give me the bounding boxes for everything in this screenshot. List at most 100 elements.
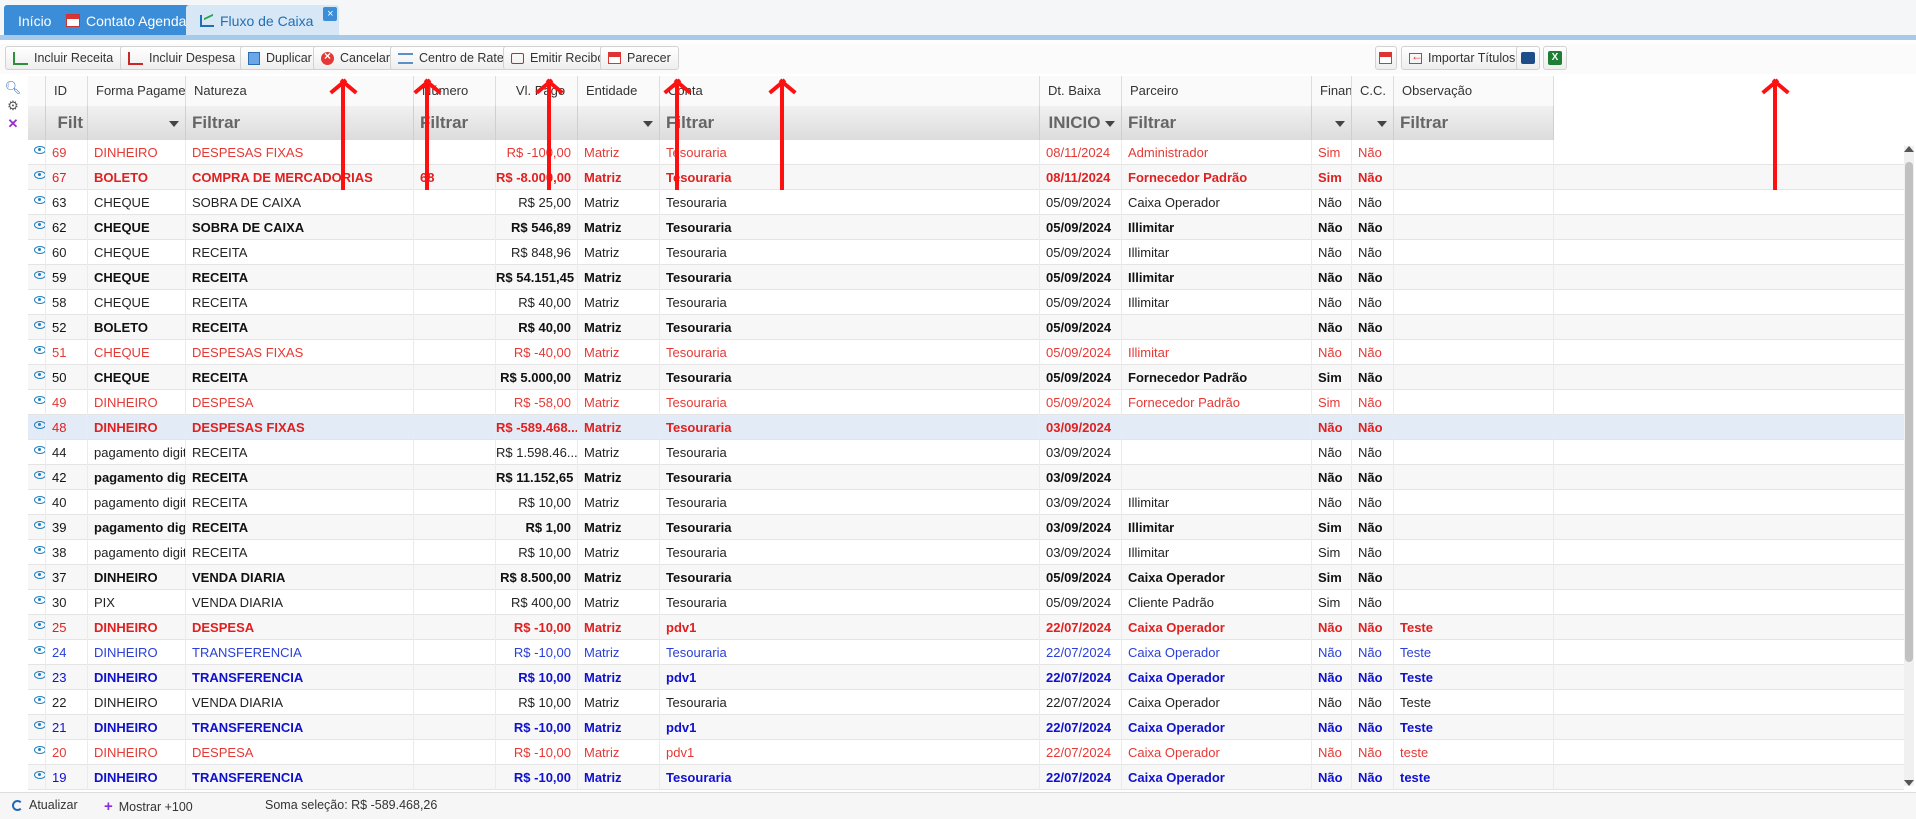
header-conta[interactable]: Conta bbox=[660, 76, 1040, 106]
table-row[interactable]: 60 CHEQUE RECEITA R$ 848,96 Matriz Tesouraria… bbox=[28, 240, 1904, 265]
eye-icon[interactable] bbox=[34, 371, 45, 379]
filter-observacao[interactable]: Filtrar bbox=[1394, 106, 1554, 140]
close-icon[interactable]: × bbox=[323, 7, 338, 21]
filter-cc[interactable] bbox=[1352, 106, 1394, 140]
header-parceiro[interactable]: Parceiro bbox=[1122, 76, 1312, 106]
calendar-button[interactable] bbox=[1375, 46, 1397, 70]
eye-icon[interactable] bbox=[34, 146, 45, 154]
cancelar-button[interactable]: Cancelar bbox=[313, 46, 399, 70]
centro-rateio-button[interactable]: Centro de Rateio bbox=[390, 46, 522, 70]
eye-icon[interactable] bbox=[34, 596, 45, 604]
table-row[interactable]: 63 CHEQUE SOBRA DE CAIXA R$ 25,00 Matriz Teso… bbox=[28, 190, 1904, 215]
eye-icon[interactable] bbox=[34, 196, 45, 204]
scroll-up-icon[interactable] bbox=[1904, 146, 1914, 152]
eye-icon[interactable] bbox=[34, 771, 45, 779]
eye-icon[interactable] bbox=[34, 321, 45, 329]
table-row[interactable]: 23 DINHEIRO TRANSFERENCIA R$ 10,00 Matriz pdv… bbox=[28, 665, 1904, 690]
table-row[interactable]: 22 DINHEIRO VENDA DIARIA R$ 10,00 Matriz Teso… bbox=[28, 690, 1904, 715]
vertical-scrollbar[interactable] bbox=[1904, 146, 1914, 786]
table-row[interactable]: 25 DINHEIRO DESPESA R$ -10,00 Matriz pdv1 22/0… bbox=[28, 615, 1904, 640]
scrollbar-thumb[interactable] bbox=[1905, 162, 1913, 662]
eye-icon[interactable] bbox=[34, 696, 45, 704]
chevron-down-icon[interactable] bbox=[1105, 121, 1115, 127]
header-dt-baixa[interactable]: Dt. Baixa bbox=[1040, 76, 1122, 106]
table-row[interactable]: 21 DINHEIRO TRANSFERENCIA R$ -10,00 Matriz pd… bbox=[28, 715, 1904, 740]
filter-parceiro[interactable]: Filtrar bbox=[1122, 106, 1312, 140]
row-view-cell bbox=[28, 740, 46, 765]
gear-icon[interactable]: ⚙ bbox=[4, 98, 22, 116]
table-row[interactable]: 58 CHEQUE RECEITA R$ 40,00 Matriz Tesouraria 0… bbox=[28, 290, 1904, 315]
filter-natureza[interactable]: Filtrar bbox=[186, 106, 414, 140]
cell-conta: Tesouraria bbox=[660, 690, 1040, 715]
duplicar-button[interactable]: Duplicar bbox=[240, 46, 320, 70]
chevron-down-icon[interactable] bbox=[1377, 121, 1387, 127]
table-row[interactable]: 69 DINHEIRO DESPESAS FIXAS R$ -100,00 Matriz… bbox=[28, 140, 1904, 165]
atualizar-button[interactable]: Atualizar bbox=[12, 798, 78, 812]
header-natureza[interactable]: Natureza bbox=[186, 76, 414, 106]
eye-icon[interactable] bbox=[34, 346, 45, 354]
eye-icon[interactable] bbox=[34, 396, 45, 404]
table-row[interactable]: 67BOLETOCOMPRA DE MERCADORIAS68R$ -8.000… bbox=[28, 165, 1904, 190]
eye-icon[interactable] bbox=[34, 446, 45, 454]
eye-icon[interactable] bbox=[34, 496, 45, 504]
eye-icon[interactable] bbox=[34, 171, 45, 179]
header-entidade[interactable]: Entidade bbox=[578, 76, 660, 106]
table-row[interactable]: 19 DINHEIRO TRANSFERENCIA R$ -10,00 Matriz Te… bbox=[28, 765, 1904, 790]
table-row[interactable]: 20 DINHEIRO DESPESA R$ -10,00 Matriz pdv1 22/0… bbox=[28, 740, 1904, 765]
header-financ[interactable]: Financ bbox=[1312, 76, 1352, 106]
header-cc[interactable]: C.C. bbox=[1352, 76, 1394, 106]
eye-icon[interactable] bbox=[34, 571, 45, 579]
importar-titulos-button[interactable]: Importar Títulos bbox=[1401, 46, 1524, 70]
eye-icon[interactable] bbox=[34, 746, 45, 754]
tab-fluxo-de-caixa[interactable]: Fluxo de Caixa × bbox=[186, 5, 340, 36]
table-row[interactable]: 49 DINHEIRO DESPESA R$ -58,00 Matriz Tesourar… bbox=[28, 390, 1904, 415]
eye-icon[interactable] bbox=[34, 421, 45, 429]
filter-dt-baixa[interactable]: INICIO bbox=[1040, 106, 1122, 140]
table-row[interactable]: 42pagamento digitalRECEITA R$ 11.152,65Ma… bbox=[28, 465, 1904, 490]
eye-icon[interactable] bbox=[34, 521, 45, 529]
table-row[interactable]: 44pagamento digitalRECEITA R$ 1.598.46...… bbox=[28, 440, 1904, 465]
eye-icon[interactable] bbox=[34, 296, 45, 304]
chevron-down-icon[interactable] bbox=[643, 121, 653, 127]
eye-icon[interactable] bbox=[34, 671, 45, 679]
table-row[interactable]: 59 CHEQUE RECEITA R$ 54.151,45 Matriz Tesoura… bbox=[28, 265, 1904, 290]
table-row[interactable]: 51 CHEQUE DESPESAS FIXAS R$ -40,00 Matriz Tes… bbox=[28, 340, 1904, 365]
filter-conta[interactable]: Filtrar bbox=[660, 106, 1040, 140]
header-observacao[interactable]: Observação bbox=[1394, 76, 1554, 106]
filter-entidade[interactable] bbox=[578, 106, 660, 140]
eye-icon[interactable] bbox=[34, 721, 45, 729]
eye-icon[interactable] bbox=[34, 271, 45, 279]
eye-icon[interactable] bbox=[34, 246, 45, 254]
eye-icon[interactable] bbox=[34, 621, 45, 629]
chevron-down-icon[interactable] bbox=[169, 121, 179, 127]
export-excel-button[interactable]: X bbox=[1543, 46, 1567, 70]
table-row[interactable]: 39pagamento digitalRECEITA R$ 1,00MatrizT… bbox=[28, 515, 1904, 540]
filter-forma-pagamento[interactable] bbox=[88, 106, 186, 140]
filter-vl-pago[interactable] bbox=[496, 106, 578, 140]
table-row[interactable]: 40pagamento digitalRECEITA R$ 10,00Matriz… bbox=[28, 490, 1904, 515]
parecer-button[interactable]: Parecer bbox=[600, 46, 679, 70]
header-forma-pagamento[interactable]: Forma Pagamento bbox=[88, 76, 186, 106]
table-row[interactable]: 62 CHEQUE SOBRA DE CAIXA R$ 546,89 Matriz Tes… bbox=[28, 215, 1904, 240]
filter-id[interactable]: Filt bbox=[46, 106, 88, 140]
table-row[interactable]: 24 DINHEIRO TRANSFERENCIA R$ -10,00 Matriz Te… bbox=[28, 640, 1904, 665]
eye-icon[interactable] bbox=[34, 546, 45, 554]
table-row[interactable]: 52 BOLETO RECEITA R$ 40,00 Matriz Tesouraria 0… bbox=[28, 315, 1904, 340]
eye-icon[interactable] bbox=[34, 471, 45, 479]
search-icon[interactable]: 🔍︎ bbox=[4, 80, 22, 98]
eye-icon[interactable] bbox=[34, 646, 45, 654]
mostrar-mais-button[interactable]: + Mostrar +100 bbox=[104, 798, 193, 815]
filter-financ[interactable] bbox=[1312, 106, 1352, 140]
scroll-down-icon[interactable] bbox=[1904, 780, 1914, 786]
table-row[interactable]: 50 CHEQUE RECEITA R$ 5.000,00 Matriz Tesourar… bbox=[28, 365, 1904, 390]
table-row[interactable]: 30 PIX VENDA DIARIA R$ 400,00 Matriz Tesourar… bbox=[28, 590, 1904, 615]
table-row[interactable]: 37 DINHEIRO VENDA DIARIA R$ 8.500,00 Matriz T… bbox=[28, 565, 1904, 590]
chevron-down-icon[interactable] bbox=[1335, 121, 1345, 127]
clear-icon[interactable]: ✕ bbox=[4, 116, 22, 134]
print-button[interactable] bbox=[1516, 46, 1540, 70]
table-row[interactable]: 48 DINHEIRO DESPESAS FIXAS R$ -589.468... Ma… bbox=[28, 415, 1904, 440]
emitir-recibo-button[interactable]: Emitir Recibo bbox=[503, 46, 613, 70]
table-row[interactable]: 38pagamento digitalRECEITA R$ 10,00Matriz… bbox=[28, 540, 1904, 565]
header-id[interactable]: ID bbox=[46, 76, 88, 106]
eye-icon[interactable] bbox=[34, 221, 45, 229]
